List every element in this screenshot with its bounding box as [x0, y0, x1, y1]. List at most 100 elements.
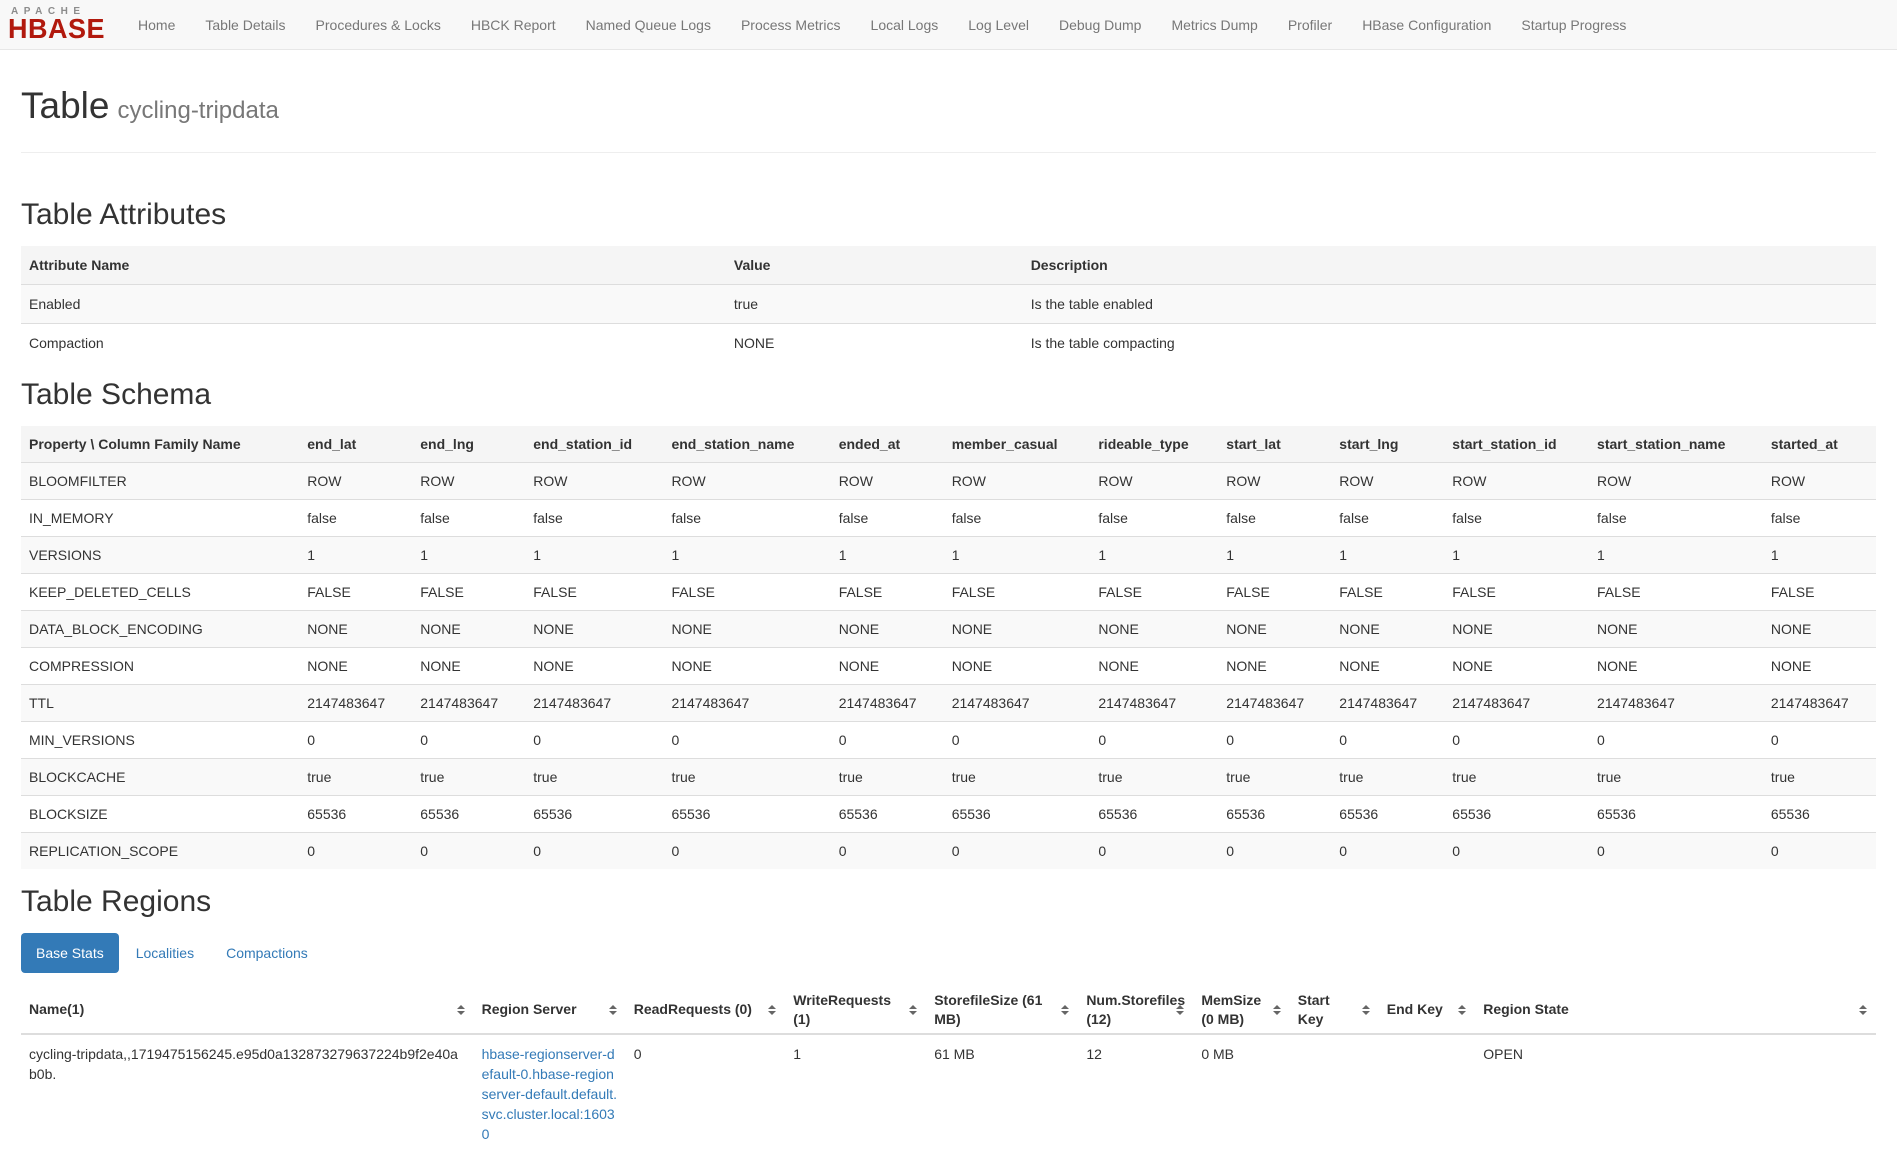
attributes-col-value: Value	[726, 246, 1023, 285]
schema-value-cell: 2147483647	[1763, 684, 1876, 721]
nav-startup-progress[interactable]: Startup Progress	[1506, 0, 1641, 50]
schema-family-header: start_lng	[1331, 426, 1444, 463]
schema-value-cell: false	[525, 499, 663, 536]
schema-row: KEEP_DELETED_CELLS FALSE FALSEFALSEFALSE…	[21, 573, 1876, 610]
schema-family-header: start_lat	[1218, 426, 1331, 463]
schema-family-header: start_station_name	[1589, 426, 1763, 463]
nav-home[interactable]: Home	[123, 0, 190, 50]
schema-property-name: BLOCKSIZE	[21, 795, 299, 832]
regions-column-label: Region State	[1483, 1001, 1569, 1017]
attribute-value-cell: NONE	[726, 323, 1023, 362]
schema-value-cell: 1	[1763, 536, 1876, 573]
schema-value-cell: FALSE	[1589, 573, 1763, 610]
schema-value-cell: 65536	[1218, 795, 1331, 832]
page-title-text: Table	[21, 85, 109, 126]
schema-value-cell: 0	[663, 721, 830, 758]
nav-process-metrics[interactable]: Process Metrics	[726, 0, 856, 50]
schema-value-cell: FALSE	[1090, 573, 1218, 610]
schema-row: BLOCKCACHE true truetruetruetruetruetrue…	[21, 758, 1876, 795]
schema-row: REPLICATION_SCOPE 0 00000000000	[21, 832, 1876, 869]
schema-value-cell: NONE	[1763, 647, 1876, 684]
schema-value-cell: NONE	[299, 647, 412, 684]
regions-column-label: Name(1)	[29, 1001, 84, 1017]
regions-column-name-1[interactable]: Name(1)	[21, 987, 474, 1034]
schema-value-cell: 65536	[525, 795, 663, 832]
schema-value-cell: 0	[412, 832, 525, 869]
regions-column-end-key[interactable]: End Key	[1379, 987, 1475, 1034]
regions-column-readrequests-0[interactable]: ReadRequests (0)	[626, 987, 786, 1034]
attribute-value-cell: true	[726, 284, 1023, 323]
nav-metrics-dump[interactable]: Metrics Dump	[1156, 0, 1272, 50]
attribute-name-cell: Enabled	[21, 284, 726, 323]
regions-column-region-server[interactable]: Region Server	[474, 987, 626, 1034]
nav-table-details[interactable]: Table Details	[190, 0, 300, 50]
schema-value-cell: ROW	[663, 462, 830, 499]
attribute-row: Compaction NONE Is the table compacting	[21, 323, 1876, 362]
regions-heading: Table Regions	[21, 885, 1876, 918]
schema-value-cell: NONE	[1444, 610, 1589, 647]
schema-value-cell: 1	[412, 536, 525, 573]
schema-family-header: end_station_id	[525, 426, 663, 463]
regions-column-start-key[interactable]: Start Key	[1290, 987, 1379, 1034]
schema-value-cell: NONE	[1589, 647, 1763, 684]
nav-procedures-locks[interactable]: Procedures & Locks	[301, 0, 456, 50]
regions-column-label: Start Key	[1298, 992, 1330, 1027]
schema-value-cell: true	[412, 758, 525, 795]
schema-value-cell: ROW	[1331, 462, 1444, 499]
schema-value-cell: NONE	[525, 610, 663, 647]
attributes-table: Attribute Name Value Description Enabled…	[21, 246, 1876, 362]
regions-column-num-storefiles-12[interactable]: Num.Storefiles (12)	[1078, 987, 1193, 1034]
nav-hbase-configuration[interactable]: HBase Configuration	[1347, 0, 1506, 50]
sort-icon	[768, 1005, 776, 1015]
schema-value-cell: 0	[299, 721, 412, 758]
tab-localities[interactable]: Localities	[121, 933, 209, 973]
schema-row: BLOOMFILTER ROW ROWROWROWROWROWROWROWROW…	[21, 462, 1876, 499]
tab-compactions[interactable]: Compactions	[211, 933, 323, 973]
schema-table: Property \ Column Family Name end_latend…	[21, 426, 1876, 869]
region-write-requests-cell: 1	[785, 1034, 926, 1153]
regions-column-memsize-0-mb[interactable]: MemSize (0 MB)	[1193, 987, 1289, 1034]
nav-named-queue-logs[interactable]: Named Queue Logs	[571, 0, 726, 50]
schema-value-cell: 1	[663, 536, 830, 573]
nav-local-logs[interactable]: Local Logs	[856, 0, 954, 50]
schema-value-cell: 0	[944, 832, 1091, 869]
schema-value-cell: FALSE	[1331, 573, 1444, 610]
nav-log-level[interactable]: Log Level	[953, 0, 1044, 50]
schema-corner-header: Property \ Column Family Name	[21, 426, 299, 463]
hbase-logo[interactable]: APACHE HBASE	[8, 7, 105, 43]
attribute-row: Enabled true Is the table enabled	[21, 284, 1876, 323]
hbase-logo-hbase-text: HBASE	[8, 16, 105, 42]
region-row: cycling-tripdata,,1719475156245.e95d0a13…	[21, 1034, 1876, 1153]
navbar-item: HBCK Report	[456, 0, 571, 50]
schema-value-cell: ROW	[831, 462, 944, 499]
schema-value-cell: false	[831, 499, 944, 536]
regions-column-region-state[interactable]: Region State	[1475, 987, 1876, 1034]
schema-property-name: MIN_VERSIONS	[21, 721, 299, 758]
nav-profiler[interactable]: Profiler	[1273, 0, 1347, 50]
attributes-heading: Table Attributes	[21, 198, 1876, 231]
schema-value-cell: FALSE	[1444, 573, 1589, 610]
regions-column-storefilesize-61-mb[interactable]: StorefileSize (61 MB)	[926, 987, 1078, 1034]
schema-row: MIN_VERSIONS 0 00000000000	[21, 721, 1876, 758]
region-server-link[interactable]: hbase-regionserver-default-0.hbase-regio…	[482, 1046, 617, 1142]
tab-base-stats[interactable]: Base Stats	[21, 933, 119, 973]
schema-table-body: BLOOMFILTER ROW ROWROWROWROWROWROWROWROW…	[21, 462, 1876, 869]
schema-value-cell: 1	[1090, 536, 1218, 573]
schema-value-cell: NONE	[1331, 610, 1444, 647]
schema-value-cell: NONE	[944, 647, 1091, 684]
schema-value-cell: NONE	[831, 610, 944, 647]
schema-row: BLOCKSIZE 65536 655366553665536655366553…	[21, 795, 1876, 832]
schema-value-cell: NONE	[1331, 647, 1444, 684]
nav-debug-dump[interactable]: Debug Dump	[1044, 0, 1157, 50]
region-server-cell: hbase-regionserver-default-0.hbase-regio…	[474, 1034, 626, 1153]
schema-value-cell: NONE	[1218, 610, 1331, 647]
schema-value-cell: FALSE	[412, 573, 525, 610]
regions-column-writerequests-1[interactable]: WriteRequests (1)	[785, 987, 926, 1034]
sort-icon	[1273, 1005, 1281, 1015]
navbar: APACHE HBASE HomeTable DetailsProcedures…	[0, 0, 1897, 50]
nav-hbck-report[interactable]: HBCK Report	[456, 0, 571, 50]
schema-value-cell: FALSE	[1218, 573, 1331, 610]
schema-value-cell: 2147483647	[1331, 684, 1444, 721]
region-storefile-size-cell: 61 MB	[926, 1034, 1078, 1153]
regions-column-label: End Key	[1387, 1001, 1443, 1017]
